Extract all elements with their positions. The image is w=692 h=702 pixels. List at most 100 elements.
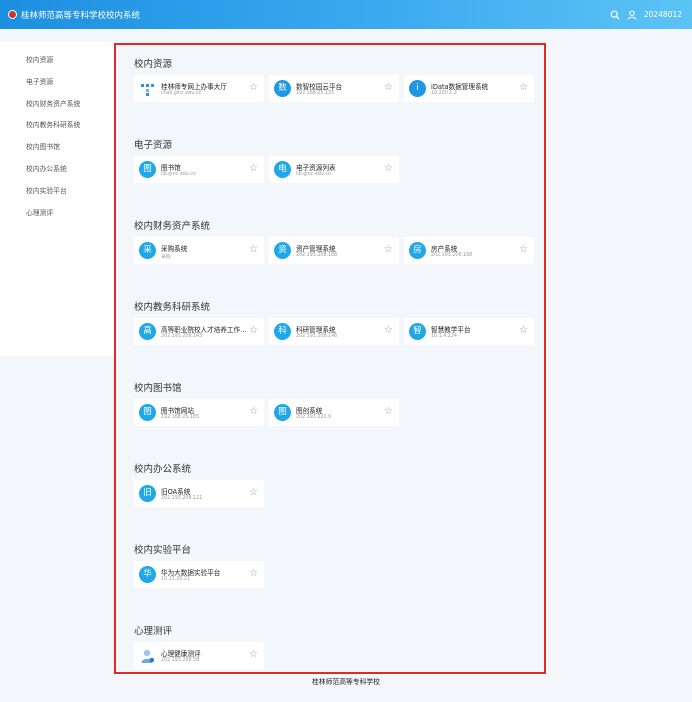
card-letter-icon: 高 (139, 323, 156, 340)
card-huawei-bigdata[interactable]: 华 华为大数据实验平台 10.13.20.21 ☆ (134, 561, 264, 588)
brand[interactable]: 桂林师范高等专科学校校内系统 (8, 0, 140, 29)
card-name: 图书馆网站 (161, 407, 194, 415)
card-address: lib.glnc.edu.cn (296, 172, 332, 177)
section-title: 校内实验平台 (134, 545, 192, 556)
sidebar-item-lab[interactable]: 校内实验平台 (0, 181, 114, 203)
card-asset-management[interactable]: 资 资产管理系统 202.193.208.168 ☆ (269, 237, 399, 264)
section-lab: 校内实验平台 华 华为大数据实验平台 10.13.20.21 ☆ (134, 543, 264, 588)
user-id[interactable]: 20248012 (644, 10, 682, 19)
star-icon[interactable]: ☆ (249, 407, 259, 417)
section-title: 校内教务科研系统 (134, 302, 211, 313)
card-address: 202.193.208.146 (296, 334, 338, 339)
school-logo-icon (8, 10, 17, 19)
person-icon (139, 647, 156, 664)
card-address: 采购 (161, 255, 171, 260)
section-academic: 校内教务科研系统 高 高等职业院校人才培养工作… 202.193.208.143… (134, 300, 534, 345)
star-icon[interactable]: ☆ (384, 83, 394, 93)
card-name: 电子资源列表 (296, 164, 336, 172)
card-name: 采购系统 (161, 245, 188, 253)
card-letter-icon: 图 (274, 404, 291, 421)
star-icon[interactable]: ☆ (519, 245, 529, 255)
card-letter-icon: 科 (274, 323, 291, 340)
card-talent-training[interactable]: 高 高等职业院校人才培养工作… 202.193.208.143 ☆ (134, 318, 264, 345)
card-address: 192.168.25.135 (296, 91, 335, 96)
star-icon[interactable]: ☆ (249, 488, 259, 498)
card-name: 数智校园云平台 (296, 83, 343, 91)
card-address: 202.193.220.9 (296, 415, 332, 420)
sidebar-item-campus-resources[interactable]: 校内资源 (0, 50, 114, 72)
star-icon[interactable]: ☆ (519, 83, 529, 93)
star-icon[interactable]: ☆ (249, 164, 259, 174)
sidebar-item-psych[interactable]: 心理测评 (0, 203, 114, 225)
card-letter-icon: 图 (139, 161, 156, 178)
app-title: 桂林师范高等专科学校校内系统 (21, 10, 141, 21)
card-address: 10.13.20.21 (161, 577, 190, 582)
card-name: 华为大数据实验平台 (161, 569, 221, 577)
star-icon[interactable]: ☆ (249, 83, 259, 93)
card-address: lib.glnc.edu.cn (161, 172, 197, 177)
sidebar: 校内资源 电子资源 校内财务资产系统 校内教务科研系统 校内图书馆 校内办公系统… (0, 42, 114, 356)
star-icon[interactable]: ☆ (384, 164, 394, 174)
card-cloud-platform[interactable]: 数 数智校园云平台 192.168.25.135 ☆ (269, 75, 399, 102)
card-name: 图书馆 (161, 164, 181, 172)
search-icon[interactable] (610, 10, 620, 20)
card-letter-icon: i (409, 80, 426, 97)
footer-text: 桂林师范高等专科学校 (312, 678, 380, 686)
section-campus-resources: 校内资源 桂林师专网上办事大厅 chall.glnc.edu.cn ☆ 数 数智… (134, 57, 534, 102)
main-content: 校内资源 桂林师专网上办事大厅 chall.glnc.edu.cn ☆ 数 数智… (114, 43, 546, 674)
card-research-management[interactable]: 科 科研管理系统 202.193.208.146 ☆ (269, 318, 399, 345)
star-icon[interactable]: ☆ (384, 245, 394, 255)
card-address: 202.193.208.168 (431, 253, 473, 258)
card-library-website[interactable]: 图 图书馆网站 192.168.25.185 ☆ (134, 399, 264, 426)
card-mental-health[interactable]: 心理健康测评 202.193.208.58 ☆ (134, 642, 264, 669)
star-icon[interactable]: ☆ (249, 569, 259, 579)
card-old-oa[interactable]: 旧 旧OA系统 202.193.208.121 ☆ (134, 480, 264, 507)
card-address: 10.1.4.224 (431, 334, 457, 339)
card-name: 科研管理系统 (296, 326, 336, 334)
card-tuchuang[interactable]: 图 图创系统 202.193.220.9 ☆ (269, 399, 399, 426)
card-name: iData数据管理系统 (431, 83, 489, 91)
card-name: 桂林师专网上办事大厅 (161, 83, 227, 91)
section-office: 校内办公系统 旧 旧OA系统 202.193.208.121 ☆ (134, 462, 264, 507)
card-name: 智慧教学平台 (431, 326, 471, 334)
section-library: 校内图书馆 图 图书馆网站 192.168.25.185 ☆ 图 图创系统 20… (134, 381, 399, 426)
card-address: 202.193.208.143 (161, 334, 203, 339)
card-name: 图创系统 (296, 407, 323, 415)
sidebar-item-finance[interactable]: 校内财务资产系统 (0, 94, 114, 116)
card-idata[interactable]: i iData数据管理系统 10.200.1.2 ☆ (404, 75, 534, 102)
card-address: 202.193.208.121 (161, 496, 203, 501)
card-e-resource-list[interactable]: 电 电子资源列表 lib.glnc.edu.cn ☆ (269, 156, 399, 183)
card-letter-icon: 采 (139, 242, 156, 259)
section-title: 校内办公系统 (134, 464, 192, 475)
card-address: 10.200.1.2 (431, 91, 457, 96)
header-actions: 20248012 (610, 0, 682, 29)
sidebar-item-office[interactable]: 校内办公系统 (0, 159, 114, 181)
user-icon[interactable] (627, 10, 637, 20)
online-hall-icon (139, 80, 156, 97)
star-icon[interactable]: ☆ (249, 326, 259, 336)
star-icon[interactable]: ☆ (519, 326, 529, 336)
section-title: 电子资源 (134, 140, 173, 151)
card-property[interactable]: 房 房产系统 202.193.208.168 ☆ (404, 237, 534, 264)
star-icon[interactable]: ☆ (384, 326, 394, 336)
card-name: 心理健康测评 (161, 650, 201, 658)
card-name: 高等职业院校人才培养工作… (161, 326, 247, 334)
sidebar-item-e-resources[interactable]: 电子资源 (0, 72, 114, 94)
card-library[interactable]: 图 图书馆 lib.glnc.edu.cn ☆ (134, 156, 264, 183)
star-icon[interactable]: ☆ (249, 650, 259, 660)
card-smart-teaching[interactable]: 智 智慧教学平台 10.1.4.224 ☆ (404, 318, 534, 345)
sidebar-item-academic[interactable]: 校内教务科研系统 (0, 115, 114, 137)
card-name: 旧OA系统 (161, 488, 191, 496)
card-address: 202.193.208.168 (296, 253, 338, 258)
card-procurement[interactable]: 采 采购系统 采购 ☆ (134, 237, 264, 264)
section-finance: 校内财务资产系统 采 采购系统 采购 ☆ 资 资产管理系统 202.193.20… (134, 219, 534, 264)
card-online-hall[interactable]: 桂林师专网上办事大厅 chall.glnc.edu.cn ☆ (134, 75, 264, 102)
section-e-resources: 电子资源 图 图书馆 lib.glnc.edu.cn ☆ 电 电子资源列表 li… (134, 138, 399, 183)
sidebar-item-library[interactable]: 校内图书馆 (0, 137, 114, 159)
card-letter-icon: 房 (409, 242, 426, 259)
star-icon[interactable]: ☆ (249, 245, 259, 255)
card-letter-icon: 华 (139, 566, 156, 583)
star-icon[interactable]: ☆ (384, 407, 394, 417)
section-title: 心理测评 (134, 626, 173, 637)
section-title: 校内资源 (134, 59, 173, 70)
